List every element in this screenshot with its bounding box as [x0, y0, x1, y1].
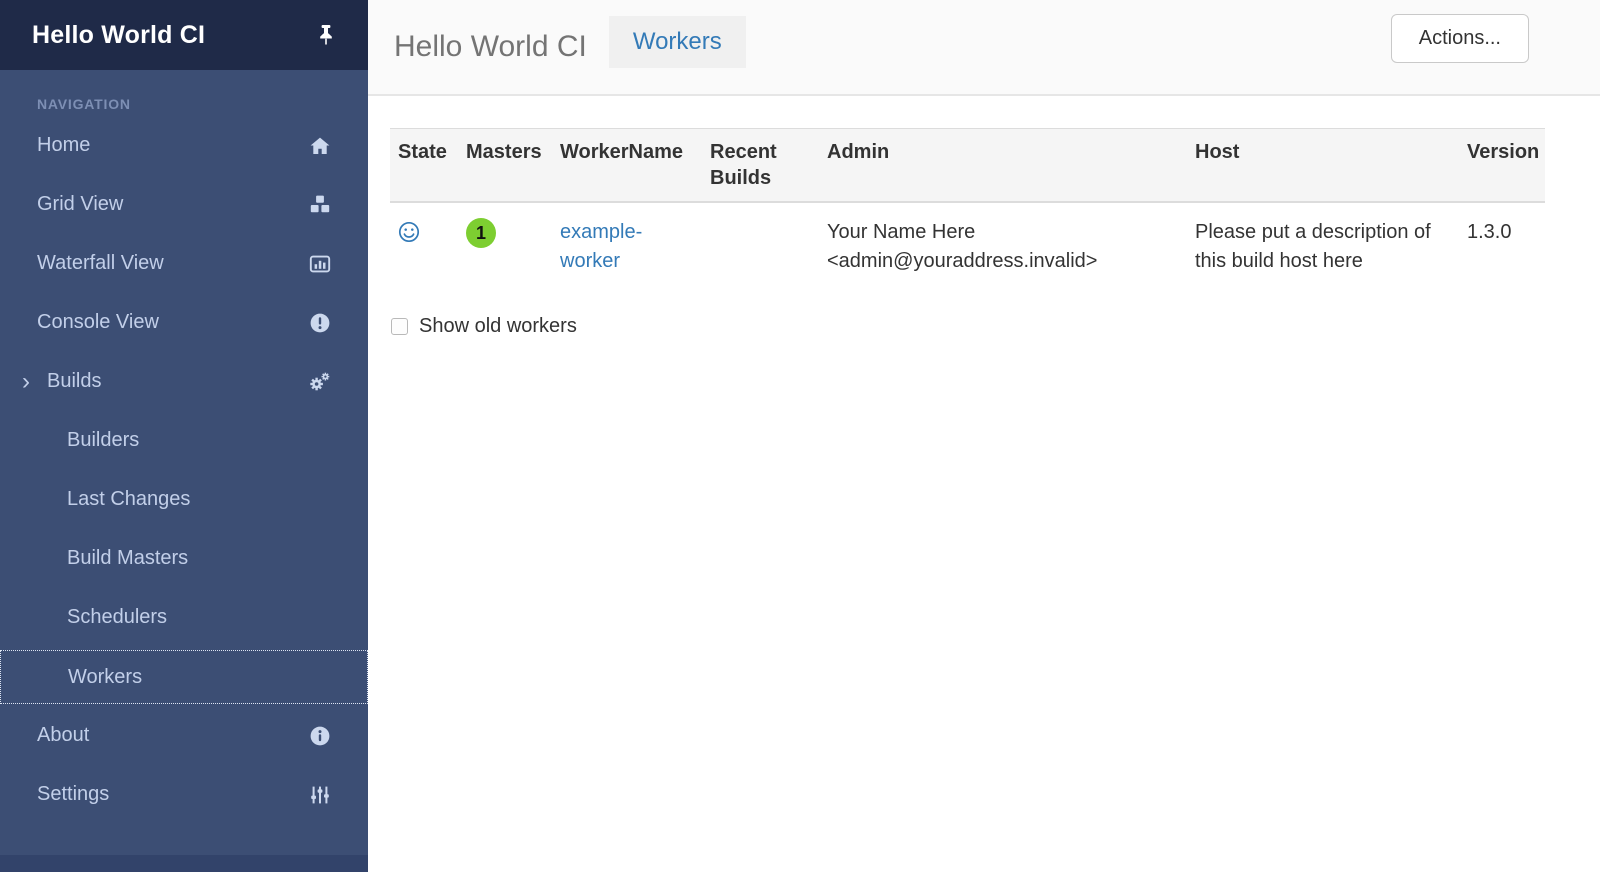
col-state: State [390, 129, 458, 203]
sidebar-item-home[interactable]: Home [0, 116, 368, 175]
sidebar-nav: Home Grid View Waterfall View Console Vi… [0, 116, 368, 824]
sidebar-item-label: About [37, 724, 89, 747]
cogs-icon [308, 370, 332, 394]
sidebar-item-label: Last Changes [67, 488, 190, 511]
sidebar-item-build-masters[interactable]: Build Masters [0, 529, 368, 588]
sidebar-item-label: Build Masters [67, 547, 188, 570]
workers-table-header: State Masters WorkerName Recent Builds A… [390, 129, 1545, 203]
breadcrumb-workers[interactable]: Workers [609, 16, 746, 68]
cell-version: 1.3.0 [1459, 202, 1545, 291]
sidebar-item-settings[interactable]: Settings [0, 765, 368, 824]
sidebar: Hello World CI NAVIGATION Home Grid View… [0, 0, 368, 872]
sidebar-header: Hello World CI [0, 0, 368, 70]
sidebar-item-workers[interactable]: Workers [0, 650, 368, 704]
sidebar-item-label: Home [37, 134, 90, 157]
col-version: Version [1459, 129, 1545, 203]
cell-recent-builds [702, 202, 819, 291]
info-circle-icon [308, 724, 332, 748]
sidebar-item-label: Grid View [37, 193, 123, 216]
workers-content: State Masters WorkerName Recent Builds A… [368, 96, 1600, 338]
cell-workername: example-worker [552, 202, 702, 291]
sidebar-item-label: Workers [68, 666, 142, 689]
sidebar-item-last-changes[interactable]: Last Changes [0, 470, 368, 529]
col-workername: WorkerName [552, 129, 702, 203]
col-host: Host [1187, 129, 1459, 203]
sidebar-item-label: Builders [67, 429, 139, 452]
sidebar-item-waterfall-view[interactable]: Waterfall View [0, 234, 368, 293]
show-old-workers-checkbox[interactable] [391, 318, 408, 335]
show-old-workers-row: Show old workers [391, 315, 1578, 338]
sidebar-item-label: Builds [47, 370, 101, 393]
cell-masters: 1 [458, 202, 552, 291]
actions-button[interactable]: Actions... [1391, 14, 1529, 63]
col-masters: Masters [458, 129, 552, 203]
app-window: Hello World CI NAVIGATION Home Grid View… [0, 0, 1600, 872]
sidebar-item-label: Schedulers [67, 606, 167, 629]
home-icon [308, 134, 332, 158]
top-navbar: Hello World CI Workers Actions... [368, 0, 1600, 96]
sidebar-item-console-view[interactable]: Console View [0, 293, 368, 352]
show-old-workers-label: Show old workers [419, 315, 577, 338]
chevron-right-icon: › [22, 372, 37, 392]
col-recent-builds: Recent Builds [702, 129, 819, 203]
cubes-icon [308, 193, 332, 217]
sidebar-item-about[interactable]: About [0, 706, 368, 765]
sliders-icon [308, 783, 332, 807]
sidebar-item-grid-view[interactable]: Grid View [0, 175, 368, 234]
main-area: Hello World CI Workers Actions... State … [368, 0, 1600, 872]
sidebar-item-label: Console View [37, 311, 159, 334]
cell-host: Please put a description of this build h… [1187, 202, 1459, 291]
smiley-icon [398, 221, 420, 243]
sidebar-item-builds[interactable]: › Builds [0, 352, 368, 411]
page-title: Hello World CI [394, 30, 587, 64]
pin-icon[interactable] [314, 23, 338, 47]
sidebar-item-builders[interactable]: Builders [0, 411, 368, 470]
col-admin: Admin [819, 129, 1187, 203]
sidebar-item-label: Settings [37, 783, 109, 806]
cell-state [390, 202, 458, 291]
sidebar-item-label: Waterfall View [37, 252, 164, 275]
sidebar-section-label: NAVIGATION [37, 96, 368, 112]
workers-table: State Masters WorkerName Recent Builds A… [390, 128, 1545, 291]
bar-chart-icon [308, 252, 332, 276]
cell-admin: Your Name Here <admin@youraddress.invali… [819, 202, 1187, 291]
masters-count-badge: 1 [466, 218, 496, 248]
exclamation-circle-icon [308, 311, 332, 335]
table-row: 1 example-worker Your Name Here <admin@y… [390, 202, 1545, 291]
worker-name-link[interactable]: example-worker [560, 221, 642, 272]
sidebar-item-schedulers[interactable]: Schedulers [0, 588, 368, 647]
sidebar-brand[interactable]: Hello World CI [32, 21, 205, 50]
sidebar-footer [0, 855, 368, 872]
